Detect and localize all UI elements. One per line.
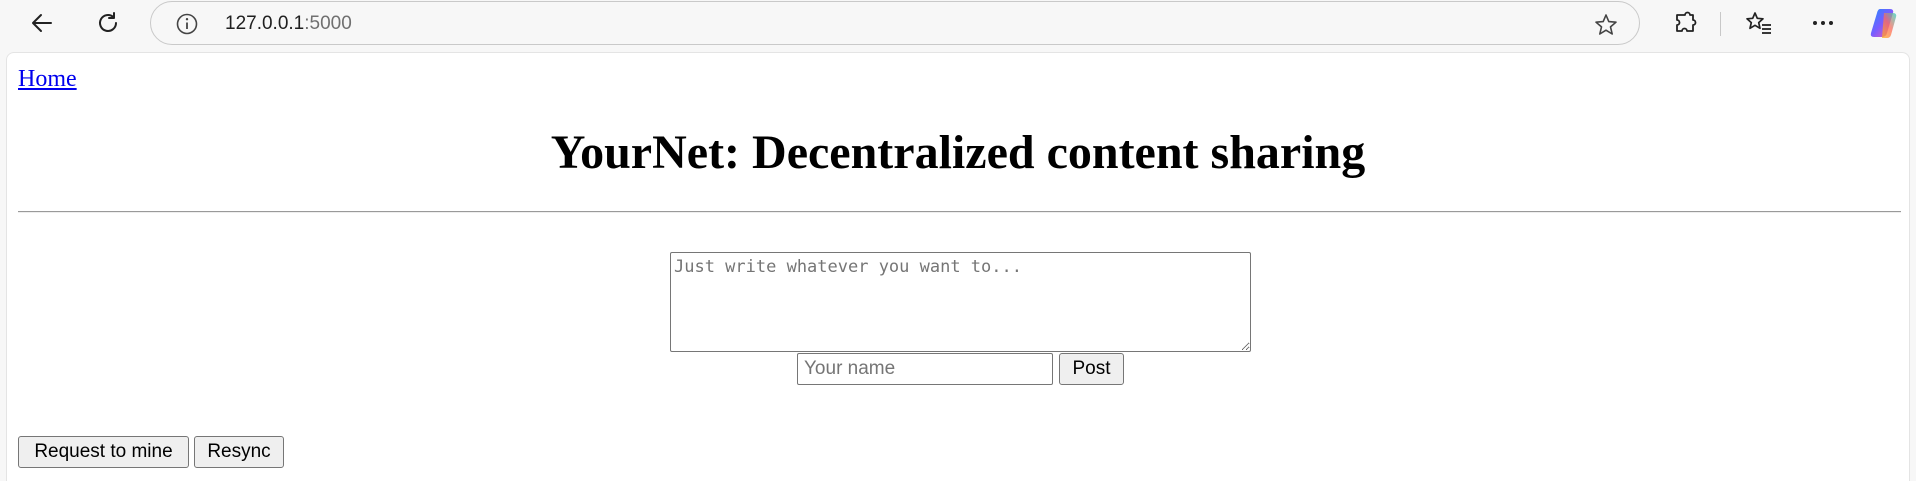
home-link[interactable]: Home	[18, 66, 77, 93]
url-text[interactable]: 127.0.0.1:5000	[225, 13, 352, 35]
resync-button[interactable]: Resync	[194, 436, 284, 468]
post-content-textarea[interactable]	[670, 252, 1251, 352]
author-name-input[interactable]	[797, 353, 1053, 385]
request-to-mine-button[interactable]: Request to mine	[18, 436, 189, 468]
browser-toolbar: 127.0.0.1:5000	[0, 0, 1916, 50]
post-button[interactable]: Post	[1059, 353, 1124, 385]
toolbar-separator	[1720, 12, 1721, 36]
address-bar[interactable]: 127.0.0.1:5000	[150, 1, 1640, 45]
horizontal-rule	[18, 211, 1901, 213]
favorites-button[interactable]	[1739, 5, 1779, 41]
page-title: YourNet: Decentralized content sharing	[550, 126, 1366, 179]
back-button[interactable]	[22, 5, 62, 41]
star-icon[interactable]	[1593, 12, 1619, 43]
back-icon	[32, 14, 52, 32]
more-icon	[1813, 21, 1833, 25]
extensions-button[interactable]	[1665, 5, 1705, 41]
copilot-icon	[1870, 9, 1897, 38]
copilot-button[interactable]	[1868, 5, 1904, 41]
page-viewport: Home YourNet: Decentralized content shar…	[6, 52, 1910, 481]
more-button[interactable]	[1803, 5, 1843, 41]
reload-button[interactable]	[88, 5, 128, 41]
url-port: :5000	[304, 13, 352, 34]
favorites-icon	[1746, 12, 1771, 34]
extensions-icon	[1676, 11, 1697, 32]
reload-icon	[99, 12, 117, 32]
url-host: 127.0.0.1	[225, 13, 305, 34]
info-icon[interactable]	[175, 12, 199, 41]
